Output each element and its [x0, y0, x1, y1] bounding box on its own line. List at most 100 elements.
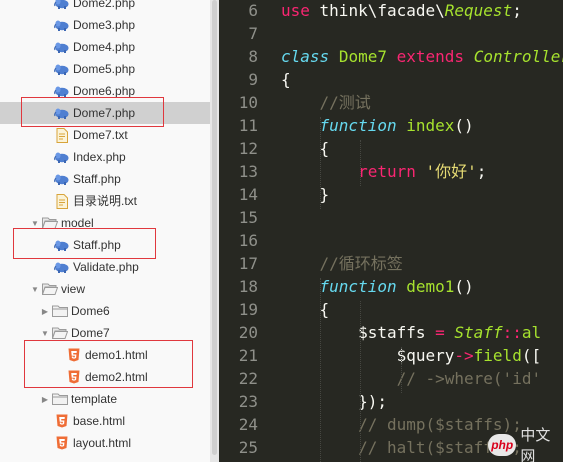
tree-item-label: Dome7.php	[73, 106, 136, 120]
code-token: ;	[512, 1, 522, 20]
line-number: 18	[238, 277, 258, 296]
php-icon	[54, 39, 70, 55]
code-token: {	[281, 70, 291, 89]
code-line[interactable]: {	[281, 137, 330, 160]
php-icon	[54, 237, 70, 253]
code-token: Controller	[473, 47, 563, 66]
folder-open-icon	[52, 325, 68, 341]
tree-item[interactable]: ▼ view	[0, 278, 210, 300]
code-line[interactable]: });	[281, 390, 387, 413]
line-number: 9	[248, 70, 258, 89]
chevron-down-icon[interactable]: ▼	[30, 212, 40, 234]
code-token: extends	[396, 47, 465, 66]
code-token: Staff	[454, 323, 503, 342]
code-token: use	[281, 1, 310, 20]
line-number: 8	[248, 47, 258, 66]
tree-item-label: Index.php	[73, 150, 126, 164]
tree-item[interactable]: ▼ Dome7	[0, 322, 210, 344]
tree-item[interactable]: base.html	[0, 410, 210, 432]
code-line[interactable]: function demo1()	[281, 275, 474, 298]
html5-icon	[66, 347, 82, 363]
code-line[interactable]: // dump($staffs);	[281, 413, 522, 436]
indent-guide	[360, 301, 361, 462]
tree-item[interactable]: Validate.php	[0, 256, 210, 278]
tree-item[interactable]: Dome2.php	[0, 0, 210, 14]
chevron-right-icon[interactable]: ▶	[40, 388, 50, 410]
tree-item[interactable]: Dome5.php	[0, 58, 210, 80]
tree-item[interactable]: Dome7.php	[0, 102, 210, 124]
code-line[interactable]: //测试	[281, 91, 371, 114]
tree-item[interactable]: demo1.html	[0, 344, 210, 366]
tree-item-label: Dome2.php	[73, 0, 136, 10]
line-number-gutter: 6 7 8 9 10 11 12 13 14 15 16 17 18 19 20 21 22 23 24 25	[219, 0, 263, 462]
tree-item-label: layout.html	[73, 436, 132, 450]
html5-icon	[54, 435, 70, 451]
chevron-down-icon[interactable]: ▼	[40, 322, 50, 344]
php-icon	[54, 149, 70, 165]
code-line[interactable]: class Dome7 extends Controller	[281, 45, 563, 68]
tree-item-label: Dome7.txt	[73, 128, 128, 142]
sidebar-scrollbar[interactable]	[210, 0, 219, 462]
file-tree-sidebar: Dome2.php Dome3.php Dome4.php Dome5.php Dome…	[0, 0, 210, 462]
code-editor[interactable]: 6 7 8 9 10 11 12 13 14 15 16 17 18 19 20 21 22 23 24 25 use…	[219, 0, 563, 462]
tree-item-label: Dome6.php	[73, 84, 136, 98]
line-number: 16	[238, 231, 258, 250]
folder-open-icon	[42, 215, 58, 231]
php-icon	[54, 105, 70, 121]
code-token: Request	[444, 1, 513, 20]
line-number: 22	[238, 369, 258, 388]
code-line[interactable]: use think\facade\Request;	[281, 0, 522, 22]
tree-item[interactable]: Staff.php	[0, 168, 210, 190]
tree-item[interactable]: Dome6.php	[0, 80, 210, 102]
tree-item[interactable]: ▼ model	[0, 212, 210, 234]
tree-item-label: model	[61, 216, 94, 230]
tree-item[interactable]: Dome4.php	[0, 36, 210, 58]
code-line[interactable]: {	[281, 68, 291, 91]
tree-item[interactable]: ▶ template	[0, 388, 210, 410]
text-file-icon	[54, 193, 70, 209]
html5-icon	[66, 369, 82, 385]
code-line[interactable]: return '你好';	[281, 160, 486, 183]
folder-open-icon	[42, 281, 58, 297]
tree-item-label: template	[71, 392, 118, 406]
tree-item[interactable]: Index.php	[0, 146, 210, 168]
code-line[interactable]: {	[281, 298, 330, 321]
tree-item-label: Dome6	[71, 304, 110, 318]
code-line[interactable]: function index()	[281, 114, 474, 137]
line-number: 11	[238, 116, 258, 135]
code-token: ;	[476, 162, 487, 181]
code-line[interactable]: }	[281, 183, 330, 206]
sidebar-scrollbar-thumb[interactable]	[212, 0, 217, 455]
code-token: '你好'	[425, 162, 477, 181]
watermark-text: 中文网	[520, 426, 551, 462]
tree-item[interactable]: layout.html	[0, 432, 210, 454]
tree-item[interactable]: demo2.html	[0, 366, 210, 388]
code-token: $staffs	[281, 323, 436, 342]
php-icon	[54, 0, 70, 11]
code-token: think\facade\	[309, 1, 445, 20]
tree-item[interactable]: Staff.php	[0, 234, 210, 256]
tree-item-label: Dome4.php	[73, 40, 136, 54]
code-token: {	[281, 139, 330, 158]
tree-item[interactable]: Dome3.php	[0, 14, 210, 36]
code-line[interactable]: // halt($staffs);	[281, 436, 522, 459]
tree-item[interactable]: 目录说明.txt	[0, 190, 210, 212]
php-icon	[54, 83, 70, 99]
code-token: ([	[521, 346, 542, 365]
code-token: demo1	[406, 277, 455, 296]
tree-item-label: Staff.php	[73, 238, 121, 252]
code-line[interactable]: //循环标签	[281, 252, 403, 275]
tree-item[interactable]: Dome7.txt	[0, 124, 210, 146]
chevron-right-icon[interactable]: ▶	[40, 300, 50, 322]
tree-item[interactable]: ▶ Dome6	[0, 300, 210, 322]
line-number: 15	[238, 208, 258, 227]
line-number: 25	[238, 438, 258, 457]
chevron-down-icon[interactable]: ▼	[30, 278, 40, 300]
code-token: // dump($staffs);	[281, 415, 522, 434]
